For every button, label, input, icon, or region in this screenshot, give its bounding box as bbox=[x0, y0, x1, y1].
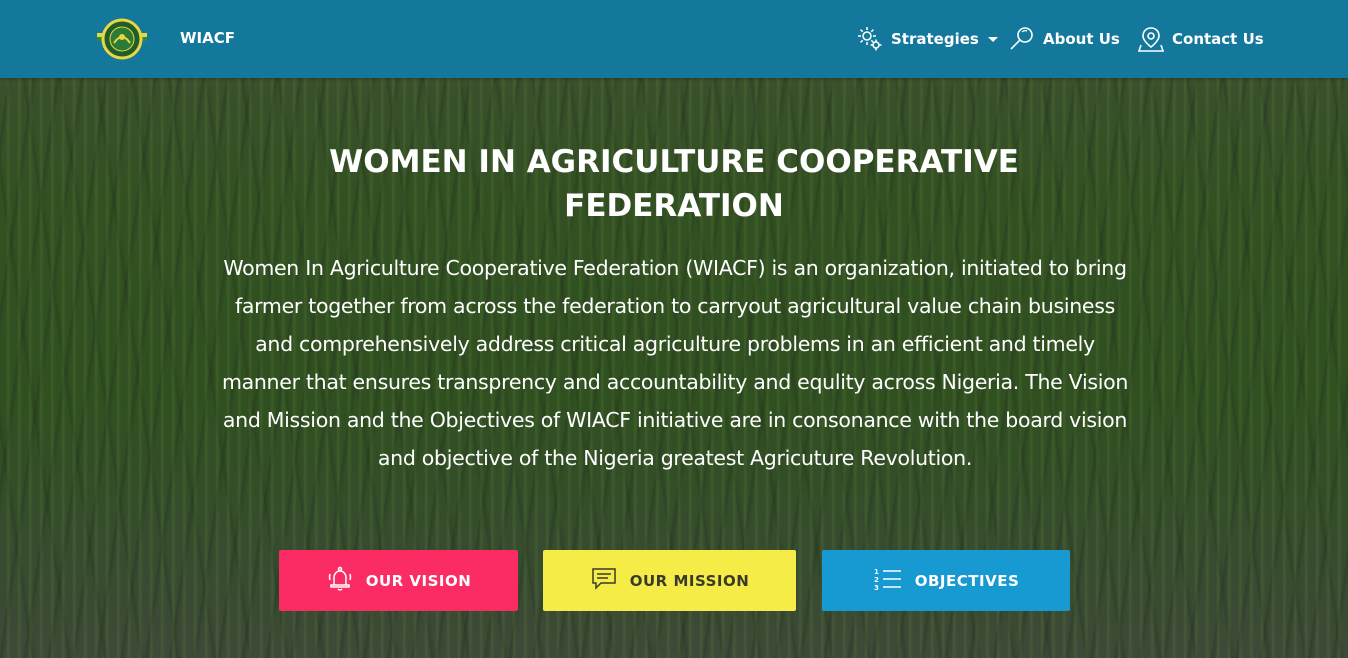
intro-description: Women In Agriculture Cooperative Federat… bbox=[221, 256, 1129, 470]
our-mission-label: OUR MISSION bbox=[629, 571, 750, 590]
wiacf-logo[interactable] bbox=[97, 17, 147, 61]
navbar: WIACF Strategies About Us Contact Us bbox=[0, 0, 1348, 78]
page-title-line1: WOMEN IN AGRICULTURE COOPERATIVE bbox=[329, 144, 1019, 180]
nav-strategies[interactable]: Strategies bbox=[856, 22, 998, 56]
our-mission-button[interactable]: OUR MISSION bbox=[543, 550, 796, 611]
nav-contact-label: Contact Us bbox=[1172, 30, 1264, 48]
page-title-line2: FEDERATION bbox=[564, 188, 784, 224]
nav-about-us[interactable]: About Us bbox=[1008, 22, 1120, 56]
page-title: WOMEN IN AGRICULTURE COOPERATIVE FEDERAT… bbox=[0, 140, 1348, 228]
magnifier-icon bbox=[1008, 25, 1036, 53]
chat-bubble-icon bbox=[590, 565, 618, 597]
nav-about-label: About Us bbox=[1043, 30, 1120, 48]
objectives-button[interactable]: 1 2 3 OBJECTIVES bbox=[822, 550, 1070, 611]
gears-icon bbox=[856, 25, 884, 53]
our-vision-button[interactable]: OUR VISION bbox=[279, 550, 518, 611]
chevron-down-icon bbox=[987, 36, 998, 42]
svg-text:2: 2 bbox=[874, 576, 879, 584]
svg-text:3: 3 bbox=[874, 584, 879, 592]
our-vision-label: OUR VISION bbox=[365, 571, 472, 590]
map-pin-icon bbox=[1137, 25, 1165, 53]
numbered-list-icon: 1 2 3 bbox=[873, 565, 903, 597]
nav-contact-us[interactable]: Contact Us bbox=[1137, 22, 1264, 56]
bell-icon bbox=[326, 565, 354, 597]
svg-text:1: 1 bbox=[874, 568, 879, 576]
brand-link[interactable]: WIACF bbox=[180, 29, 235, 47]
nav-strategies-label: Strategies bbox=[891, 30, 979, 48]
objectives-label: OBJECTIVES bbox=[914, 571, 1020, 590]
